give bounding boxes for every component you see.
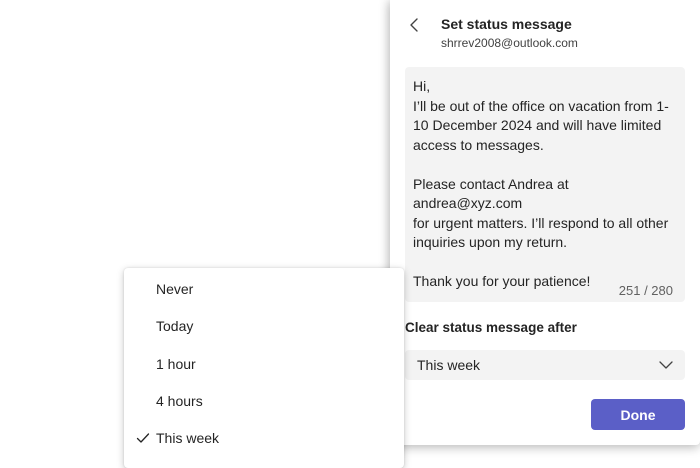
done-button[interactable]: Done bbox=[591, 399, 685, 430]
back-button[interactable] bbox=[404, 14, 426, 36]
dropdown-option-never[interactable]: Never bbox=[124, 271, 404, 307]
option-label: 4 hours bbox=[156, 393, 203, 409]
status-message-text: Hi, I’ll be out of the office on vacatio… bbox=[413, 78, 669, 289]
character-counter: 251 / 280 bbox=[618, 283, 673, 298]
option-label: Today bbox=[156, 318, 194, 334]
dropdown-option-today[interactable]: Today bbox=[124, 308, 404, 344]
clear-after-label: Clear status message after bbox=[405, 320, 577, 335]
account-email: shrrev2008@outlook.com bbox=[441, 36, 578, 50]
checkmark-icon bbox=[136, 433, 150, 443]
chevron-down-icon bbox=[659, 361, 673, 369]
chevron-left-icon bbox=[410, 18, 418, 32]
status-message-textarea[interactable]: Hi, I’ll be out of the office on vacatio… bbox=[405, 67, 685, 302]
option-label: Never bbox=[156, 281, 194, 297]
page-title: Set status message bbox=[441, 16, 572, 32]
dropdown-option-this-week[interactable]: This week bbox=[124, 420, 404, 456]
dropdown-option-4-hours[interactable]: 4 hours bbox=[124, 383, 404, 419]
clear-after-selected-value: This week bbox=[417, 357, 481, 373]
option-label: 1 hour bbox=[156, 356, 196, 372]
clear-after-select[interactable]: This week bbox=[405, 350, 685, 380]
duration-dropdown-menu: Never Today 1 hour 4 hours This week bbox=[124, 268, 404, 468]
option-label: This week bbox=[156, 430, 220, 446]
status-message-panel: Set status message shrrev2008@outlook.co… bbox=[390, 0, 700, 445]
dropdown-option-1-hour[interactable]: 1 hour bbox=[124, 346, 404, 382]
